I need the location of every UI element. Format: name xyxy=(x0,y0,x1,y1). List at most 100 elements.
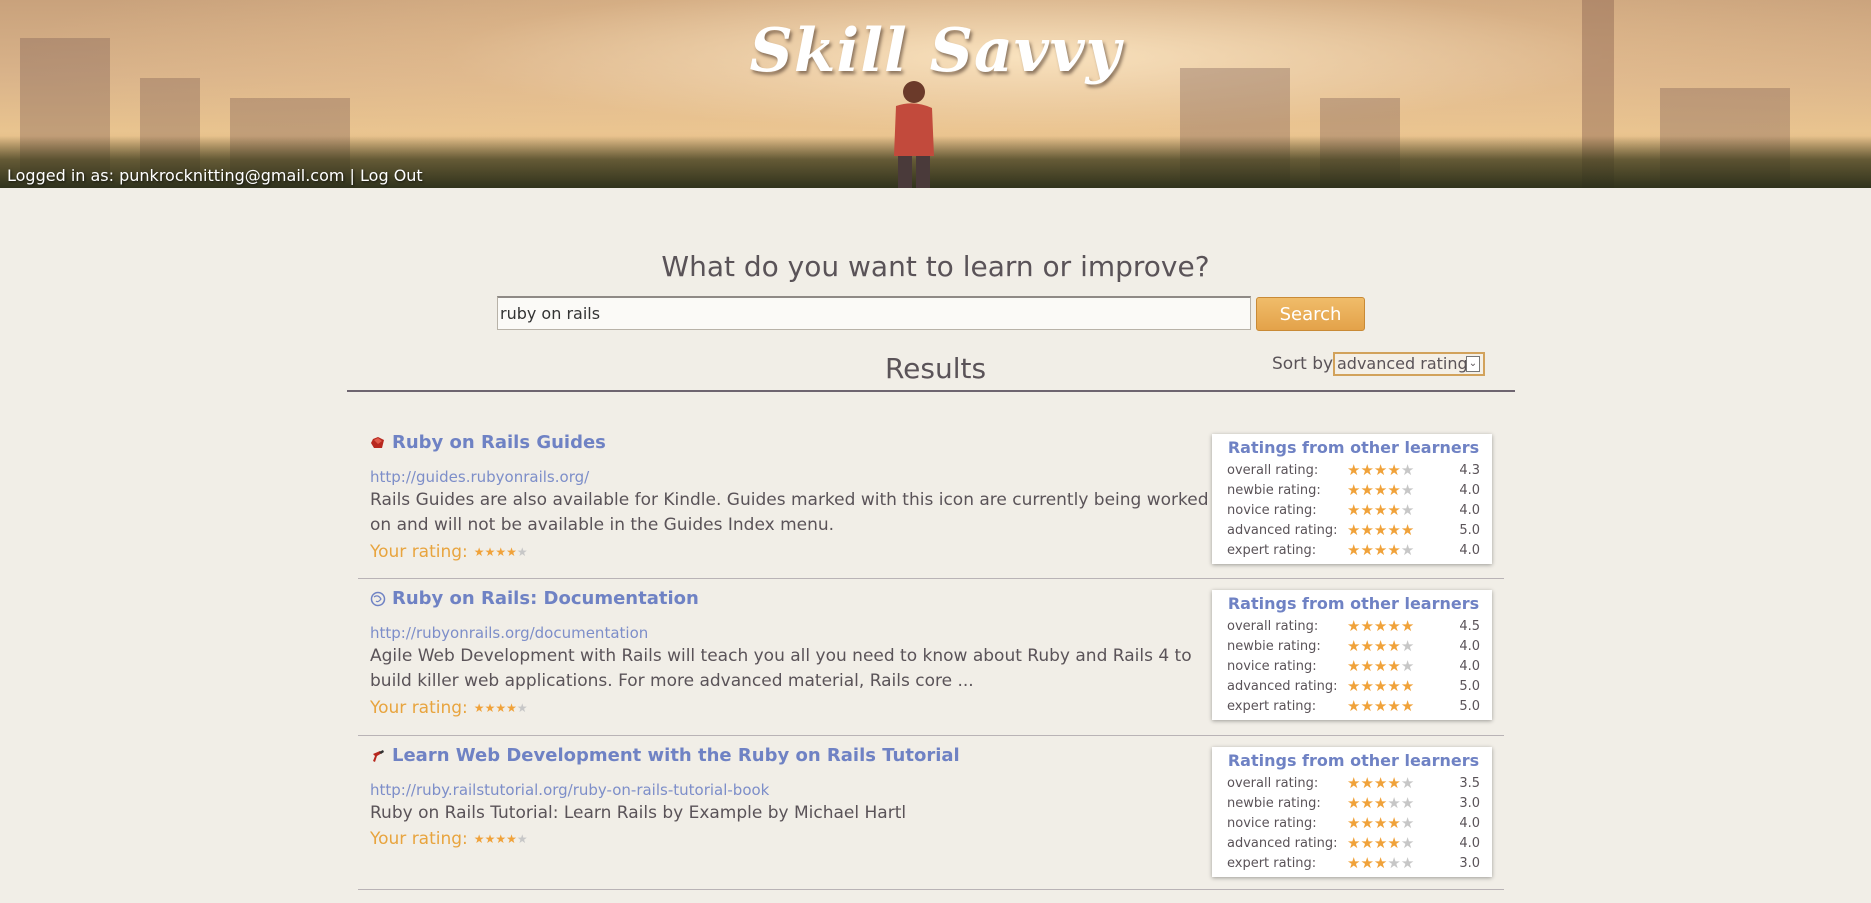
star-icon[interactable]: ★ xyxy=(506,702,517,714)
your-rating-stars[interactable]: ★ ★ ★ ★ ★ xyxy=(474,546,528,558)
star-icon: ★ xyxy=(1387,460,1401,479)
result-url[interactable]: http://ruby.railstutorial.org/ruby-on-ra… xyxy=(370,781,769,799)
search-input[interactable] xyxy=(497,296,1251,330)
rating-value: 5.0 xyxy=(1459,678,1480,694)
star-icon: ★ xyxy=(1400,500,1415,519)
star-icon: ★ xyxy=(1400,656,1415,675)
star-icon: ★ xyxy=(1400,480,1415,499)
star-icon: ★ xyxy=(1360,793,1374,812)
rating-row: advanced rating: ★ ★ ★ ★ ★ 5.0 xyxy=(1227,676,1480,696)
star-icon[interactable]: ★ xyxy=(517,833,528,845)
rating-label: newbie rating: xyxy=(1227,795,1321,811)
results-divider xyxy=(347,390,1515,392)
result-description: Agile Web Development with Rails will te… xyxy=(370,646,1192,691)
rating-value: 4.0 xyxy=(1459,482,1480,498)
search-button[interactable]: Search xyxy=(1256,297,1365,331)
star-icon: ★ xyxy=(1373,676,1388,695)
star-icon: ★ xyxy=(1387,833,1401,852)
rating-value: 5.0 xyxy=(1459,698,1480,714)
star-icon[interactable]: ★ xyxy=(506,833,517,845)
result-url[interactable]: http://guides.rubyonrails.org/ xyxy=(370,468,589,486)
star-icon: ★ xyxy=(1387,520,1401,539)
your-rating: Your rating: ★ ★ ★ ★ ★ xyxy=(370,829,528,849)
rating-value: 3.0 xyxy=(1459,855,1480,871)
star-icon: ★ xyxy=(1360,460,1374,479)
star-icon: ★ xyxy=(1400,793,1415,812)
star-icon[interactable]: ★ xyxy=(517,546,528,558)
rating-value: 4.3 xyxy=(1459,462,1480,478)
ratings-box: Ratings from other learners overall ratin… xyxy=(1212,434,1492,564)
rating-stars: ★ ★ ★ ★ ★ xyxy=(1347,540,1441,559)
rating-label: overall rating: xyxy=(1227,462,1319,478)
result-title-row: Learn Web Development with the Ruby on R… xyxy=(370,745,960,766)
result-title-link[interactable]: Ruby on Rails Guides xyxy=(392,432,606,453)
result-item: Learn Web Development with the Ruby on R… xyxy=(358,745,1504,890)
rating-label: overall rating: xyxy=(1227,775,1319,791)
runner-figure xyxy=(894,81,934,188)
sort-select-value: advanced rating xyxy=(1337,354,1468,373)
star-icon: ★ xyxy=(1387,656,1401,675)
rating-row: expert rating: ★ ★ ★ ★ ★ 5.0 xyxy=(1227,696,1480,716)
star-icon: ★ xyxy=(1400,676,1415,695)
ratings-box-title: Ratings from other learners xyxy=(1227,751,1480,770)
star-icon[interactable]: ★ xyxy=(485,702,496,714)
rating-label: novice rating: xyxy=(1227,815,1317,831)
star-icon: ★ xyxy=(1400,460,1415,479)
star-icon: ★ xyxy=(1373,540,1388,559)
result-url[interactable]: http://rubyonrails.org/documentation xyxy=(370,624,648,642)
rating-stars: ★ ★ ★ ★ ★ xyxy=(1347,656,1441,675)
rating-row: newbie rating: ★ ★ ★ ★ ★ 4.0 xyxy=(1227,480,1480,500)
star-icon[interactable]: ★ xyxy=(485,833,496,845)
rating-stars: ★ ★ ★ ★ ★ xyxy=(1347,638,1441,654)
rating-row: novice rating: ★ ★ ★ ★ ★ 4.0 xyxy=(1227,656,1480,676)
chevron-down-icon[interactable]: ⌄ xyxy=(1466,356,1480,372)
star-icon[interactable]: ★ xyxy=(474,833,485,845)
your-rating-stars[interactable]: ★ ★ ★ ★ ★ xyxy=(474,702,528,714)
star-icon[interactable]: ★ xyxy=(506,546,517,558)
site-logo[interactable]: Skill Savvy xyxy=(0,16,1871,86)
star-icon[interactable]: ★ xyxy=(495,702,506,714)
rating-value: 4.0 xyxy=(1459,542,1480,558)
logout-link[interactable]: Log Out xyxy=(360,166,423,185)
rating-label: expert rating: xyxy=(1227,542,1317,558)
star-icon: ★ xyxy=(1347,460,1361,479)
result-title-row: Ruby on Rails Guides xyxy=(370,432,606,453)
star-icon: ★ xyxy=(1347,696,1361,715)
star-icon: ★ xyxy=(1387,500,1401,519)
sort-label: Sort by xyxy=(1272,354,1334,374)
result-title-link[interactable]: Ruby on Rails: Documentation xyxy=(392,588,699,609)
result-separator xyxy=(358,889,1504,890)
sort-select[interactable]: advanced rating ⌄ xyxy=(1333,352,1485,376)
star-icon: ★ xyxy=(1360,813,1374,832)
star-icon[interactable]: ★ xyxy=(517,702,528,714)
login-status: Logged in as: punkrocknitting@gmail.com … xyxy=(7,166,423,185)
rating-label: novice rating: xyxy=(1227,658,1317,674)
ratings-box: Ratings from other learners overall ratin… xyxy=(1212,590,1492,720)
your-rating-stars[interactable]: ★ ★ ★ ★ ★ xyxy=(474,833,528,845)
rating-label: novice rating: xyxy=(1227,502,1317,518)
star-icon[interactable]: ★ xyxy=(474,546,485,558)
star-icon[interactable]: ★ xyxy=(495,833,506,845)
star-icon: ★ xyxy=(1347,793,1361,812)
star-icon: ★ xyxy=(1360,676,1374,695)
rating-value: 5.0 xyxy=(1459,522,1480,538)
star-icon: ★ xyxy=(1387,540,1401,559)
rating-label: advanced rating: xyxy=(1227,522,1338,538)
star-icon[interactable]: ★ xyxy=(495,546,506,558)
star-icon[interactable]: ★ xyxy=(474,702,485,714)
your-rating: Your rating: ★ ★ ★ ★ ★ xyxy=(370,542,528,562)
star-icon: ★ xyxy=(1387,813,1401,832)
star-icon[interactable]: ★ xyxy=(485,546,496,558)
globe-icon xyxy=(370,591,386,606)
star-icon: ★ xyxy=(1373,616,1388,635)
result-title-link[interactable]: Learn Web Development with the Ruby on R… xyxy=(392,745,960,766)
rating-stars: ★ ★ ★ ★ ★ xyxy=(1347,833,1441,852)
rating-label: overall rating: xyxy=(1227,618,1319,634)
rating-row: advanced rating: ★ ★ ★ ★ ★ 5.0 xyxy=(1227,520,1480,540)
result-title-row: Ruby on Rails: Documentation xyxy=(370,588,699,609)
star-icon: ★ xyxy=(1387,853,1401,872)
star-icon: ★ xyxy=(1400,696,1415,715)
star-icon: ★ xyxy=(1347,676,1361,695)
rating-stars: ★ ★ ★ ★ ★ xyxy=(1347,480,1441,499)
ratings-box: Ratings from other learners overall ratin… xyxy=(1212,747,1492,877)
